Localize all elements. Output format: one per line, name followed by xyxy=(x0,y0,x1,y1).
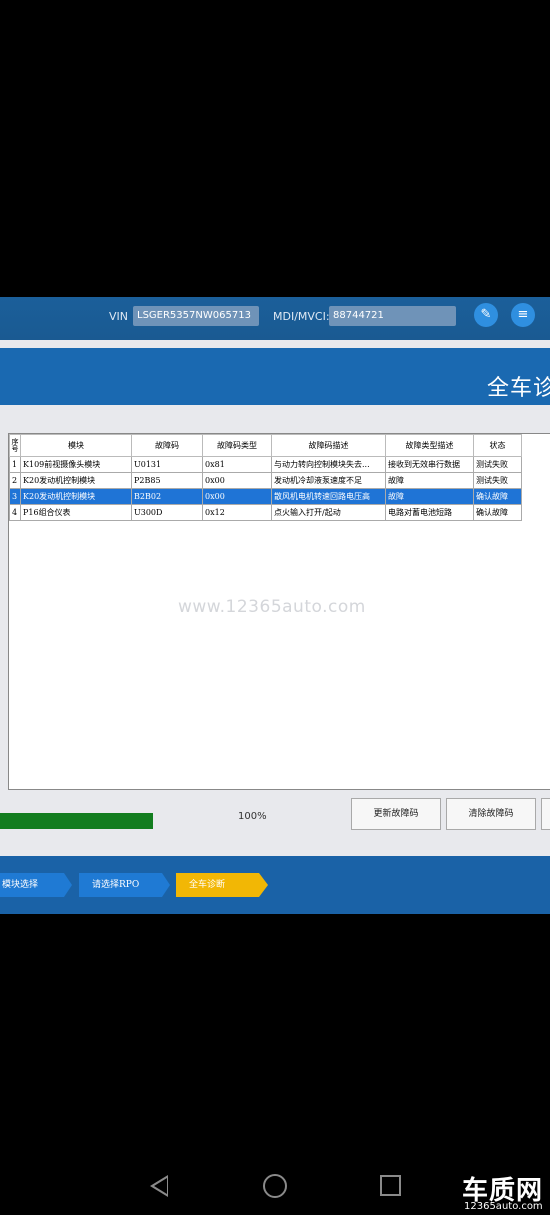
report-icon[interactable]: ≡ xyxy=(511,303,535,327)
back-icon[interactable] xyxy=(150,1175,168,1197)
col-seq[interactable]: 序号 xyxy=(9,434,21,457)
workflow-bar: 模块选择 请选择RPO 全车诊断 xyxy=(0,856,550,914)
cell-dtc-type: 0x81 xyxy=(202,456,272,473)
partial-button[interactable] xyxy=(541,798,550,830)
cell-module: K20发动机控制模块 xyxy=(20,488,132,505)
table-row-selected[interactable]: 3 K20发动机控制模块 B2B02 0x00 散风机电机转速回路电压高 故障 … xyxy=(9,488,522,505)
col-dtc-desc[interactable]: 故障码描述 xyxy=(271,434,386,457)
cell-dtc-desc: 发动机冷却液泵速度不足 xyxy=(271,472,386,489)
vin-field[interactable]: LSGER5357NW065713 xyxy=(133,306,259,326)
col-fault-type-desc[interactable]: 故障类型描述 xyxy=(385,434,474,457)
watermark: www.12365auto.com xyxy=(178,597,366,617)
cell-fault-type: 故障 xyxy=(385,472,474,489)
step-module-select[interactable]: 模块选择 xyxy=(2,873,38,897)
cell-status: 测试失败 xyxy=(473,456,522,473)
cell-status: 确认故障 xyxy=(473,488,522,505)
cell-dtc-type: 0x00 xyxy=(202,472,272,489)
update-dtc-button[interactable]: 更新故障码 xyxy=(351,798,441,830)
step-full-vehicle-diagnosis[interactable]: 全车诊断 xyxy=(189,873,225,897)
col-dtc-type[interactable]: 故障码类型 xyxy=(202,434,272,457)
cell-dtc: B2B02 xyxy=(131,488,203,505)
cell-fault-type: 接收到无效串行数据 xyxy=(385,456,474,473)
header-band: 全车诊 xyxy=(0,348,550,405)
cell-status: 测试失败 xyxy=(473,472,522,489)
cell-module: K20发动机控制模块 xyxy=(20,472,132,489)
progress-bar xyxy=(0,813,153,829)
cell-dtc-type: 0x12 xyxy=(202,504,272,521)
mdi-field[interactable]: 88744721 xyxy=(329,306,456,326)
cell-dtc-desc: 点火输入打开/起动 xyxy=(271,504,386,521)
col-module[interactable]: 模块 xyxy=(20,434,132,457)
cell-dtc-desc: 散风机电机转速回路电压高 xyxy=(271,488,386,505)
site-logo: 车质网 12365auto.com xyxy=(458,1170,550,1215)
cell-fault-type: 电路对蓄电池短路 xyxy=(385,504,474,521)
logo-url: 12365auto.com xyxy=(464,1201,543,1212)
cell-dtc-desc: 与动力转向控制模块失去... xyxy=(271,456,386,473)
cell-seq: 2 xyxy=(9,472,21,489)
progress-text: 100% xyxy=(238,811,267,822)
table-row[interactable]: 1 K109前视摄像头模块 U0131 0x81 与动力转向控制模块失去... … xyxy=(9,456,522,473)
cell-module: K109前视摄像头模块 xyxy=(20,456,132,473)
cell-dtc: U300D xyxy=(131,504,203,521)
home-icon[interactable] xyxy=(263,1174,287,1198)
vin-label: VIN xyxy=(109,310,128,323)
table-row[interactable]: 4 P16组合仪表 U300D 0x12 点火输入打开/起动 电路对蓄电池短路 … xyxy=(9,504,522,521)
page-title: 全车诊 xyxy=(486,376,550,401)
cell-dtc-type: 0x00 xyxy=(202,488,272,505)
cell-seq: 1 xyxy=(9,456,21,473)
dtc-table: 序号 模块 故障码 故障码类型 故障码描述 故障类型描述 状态 1 K109前视… xyxy=(9,434,522,521)
workflow-steps-shapes xyxy=(0,873,268,897)
step-select-rpo[interactable]: 请选择RPO xyxy=(92,873,139,897)
cell-dtc: P2B85 xyxy=(131,472,203,489)
clear-dtc-button[interactable]: 清除故障码 xyxy=(446,798,536,830)
cell-dtc: U0131 xyxy=(131,456,203,473)
edit-icon[interactable]: ✎ xyxy=(474,303,498,327)
top-bar: VIN LSGER5357NW065713 MDI/MVCI: 88744721… xyxy=(0,297,550,340)
cell-module: P16组合仪表 xyxy=(20,504,132,521)
table-header-row: 序号 模块 故障码 故障码类型 故障码描述 故障类型描述 状态 xyxy=(9,434,522,457)
mdi-label: MDI/MVCI: xyxy=(273,310,330,323)
col-status[interactable]: 状态 xyxy=(473,434,522,457)
cell-seq: 4 xyxy=(9,504,21,521)
table-row[interactable]: 2 K20发动机控制模块 P2B85 0x00 发动机冷却液泵速度不足 故障 测… xyxy=(9,472,522,489)
col-dtc[interactable]: 故障码 xyxy=(131,434,203,457)
cell-status: 确认故障 xyxy=(473,504,522,521)
recent-apps-icon[interactable] xyxy=(380,1175,401,1196)
progress-fill xyxy=(0,813,153,829)
cell-seq: 3 xyxy=(9,488,21,505)
cell-fault-type: 故障 xyxy=(385,488,474,505)
